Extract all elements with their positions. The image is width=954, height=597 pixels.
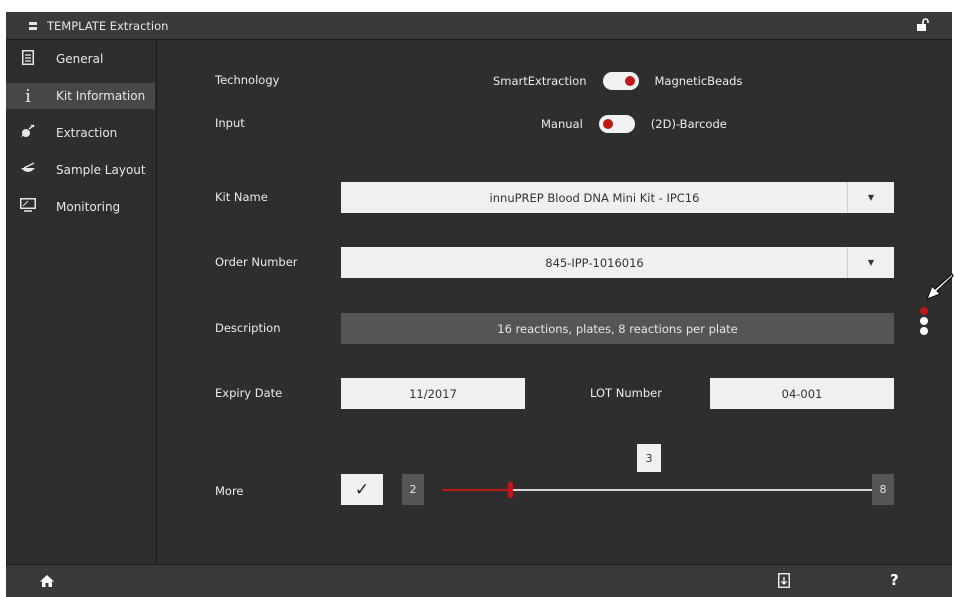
slider-max-value: 8 (872, 474, 894, 505)
home-icon[interactable] (39, 574, 55, 588)
kit-name-value: innuPREP Blood DNA Mini Kit - IPC16 (489, 190, 700, 205)
slider-min-value: 2 (402, 474, 424, 505)
more-label: More (215, 484, 244, 498)
window-title: TEMPLATE Extraction (47, 18, 169, 33)
page-dot[interactable] (920, 327, 928, 335)
sidebar-item-kit-information[interactable]: i Kit Information (6, 83, 155, 109)
expiry-date-label: Expiry Date (215, 386, 283, 400)
extraction-icon (19, 124, 37, 142)
mouse-cursor-icon (925, 273, 954, 301)
lot-number-label: LOT Number (590, 386, 662, 400)
input-option-right[interactable]: (2D)-Barcode (651, 117, 727, 131)
sidebar: General i Kit Information Extraction Sam… (6, 40, 157, 564)
kit-information-panel: Technology SmartExtraction MagneticBeads… (157, 40, 952, 564)
toggle-knob (624, 76, 635, 86)
toggle-knob (602, 119, 613, 129)
sidebar-item-label: Extraction (56, 126, 118, 140)
input-toggle-row: Manual (2D)-Barcode (541, 115, 727, 133)
technology-option-left[interactable]: SmartExtraction (493, 74, 587, 88)
sample-layout-icon (19, 162, 37, 178)
input-option-left[interactable]: Manual (541, 117, 583, 131)
export-icon[interactable] (778, 573, 790, 588)
sidebar-item-general[interactable]: General (6, 46, 156, 72)
slider-track (513, 489, 882, 491)
monitor-icon (19, 198, 37, 216)
sidebar-item-label: Kit Information (56, 89, 146, 103)
expiry-date-value: 11/2017 (409, 386, 457, 401)
expiry-date-input[interactable]: 11/2017 (341, 378, 525, 409)
page-dot-active[interactable] (920, 307, 928, 315)
help-icon[interactable]: ? (890, 571, 899, 589)
slider-current-value: 3 (637, 444, 661, 472)
info-icon: i (25, 85, 31, 107)
sidebar-item-label: Monitoring (56, 200, 121, 214)
lot-number-value: 04-001 (781, 386, 823, 401)
description-value: 16 reactions, plates, 8 reactions per pl… (497, 321, 738, 336)
slider-track-filled (442, 489, 510, 491)
lot-number-input[interactable]: 04-001 (710, 378, 894, 409)
order-number-dropdown[interactable]: 845-IPP-1016016 ▼ (341, 247, 894, 278)
kit-name-label: Kit Name (215, 190, 268, 204)
description-field: 16 reactions, plates, 8 reactions per pl… (341, 313, 894, 344)
technology-toggle-row: SmartExtraction MagneticBeads (493, 72, 742, 90)
slider-thumb[interactable] (508, 482, 513, 498)
checkmark-icon: ✓ (354, 479, 370, 500)
sidebar-item-monitoring[interactable]: Monitoring (6, 194, 156, 220)
order-number-label: Order Number (215, 255, 298, 269)
kit-name-dropdown[interactable]: innuPREP Blood DNA Mini Kit - IPC16 ▼ (341, 182, 894, 213)
sidebar-item-label: Sample Layout (56, 163, 146, 177)
page-indicator (920, 307, 928, 337)
chevron-down-icon[interactable]: ▼ (847, 247, 894, 278)
sidebar-item-label: General (56, 52, 104, 66)
page-dot[interactable] (920, 317, 928, 325)
input-toggle[interactable] (598, 115, 635, 133)
template-icon (29, 21, 37, 30)
technology-toggle[interactable] (602, 72, 639, 90)
bottom-bar: ? (6, 564, 952, 597)
chevron-down-icon[interactable]: ▼ (847, 182, 894, 213)
unlock-icon[interactable] (916, 18, 930, 32)
description-label: Description (215, 321, 281, 335)
more-checkbox[interactable]: ✓ (341, 474, 383, 505)
title-bar: TEMPLATE Extraction (6, 12, 952, 40)
order-number-value: 845-IPP-1016016 (545, 255, 644, 270)
app-window: TEMPLATE Extraction General i Kit Inform… (6, 12, 952, 597)
document-icon (19, 49, 37, 69)
input-label: Input (215, 116, 245, 130)
sidebar-item-sample-layout[interactable]: Sample Layout (6, 157, 156, 183)
sidebar-item-extraction[interactable]: Extraction (6, 120, 156, 146)
technology-label: Technology (215, 73, 280, 87)
technology-option-right[interactable]: MagneticBeads (655, 74, 743, 88)
